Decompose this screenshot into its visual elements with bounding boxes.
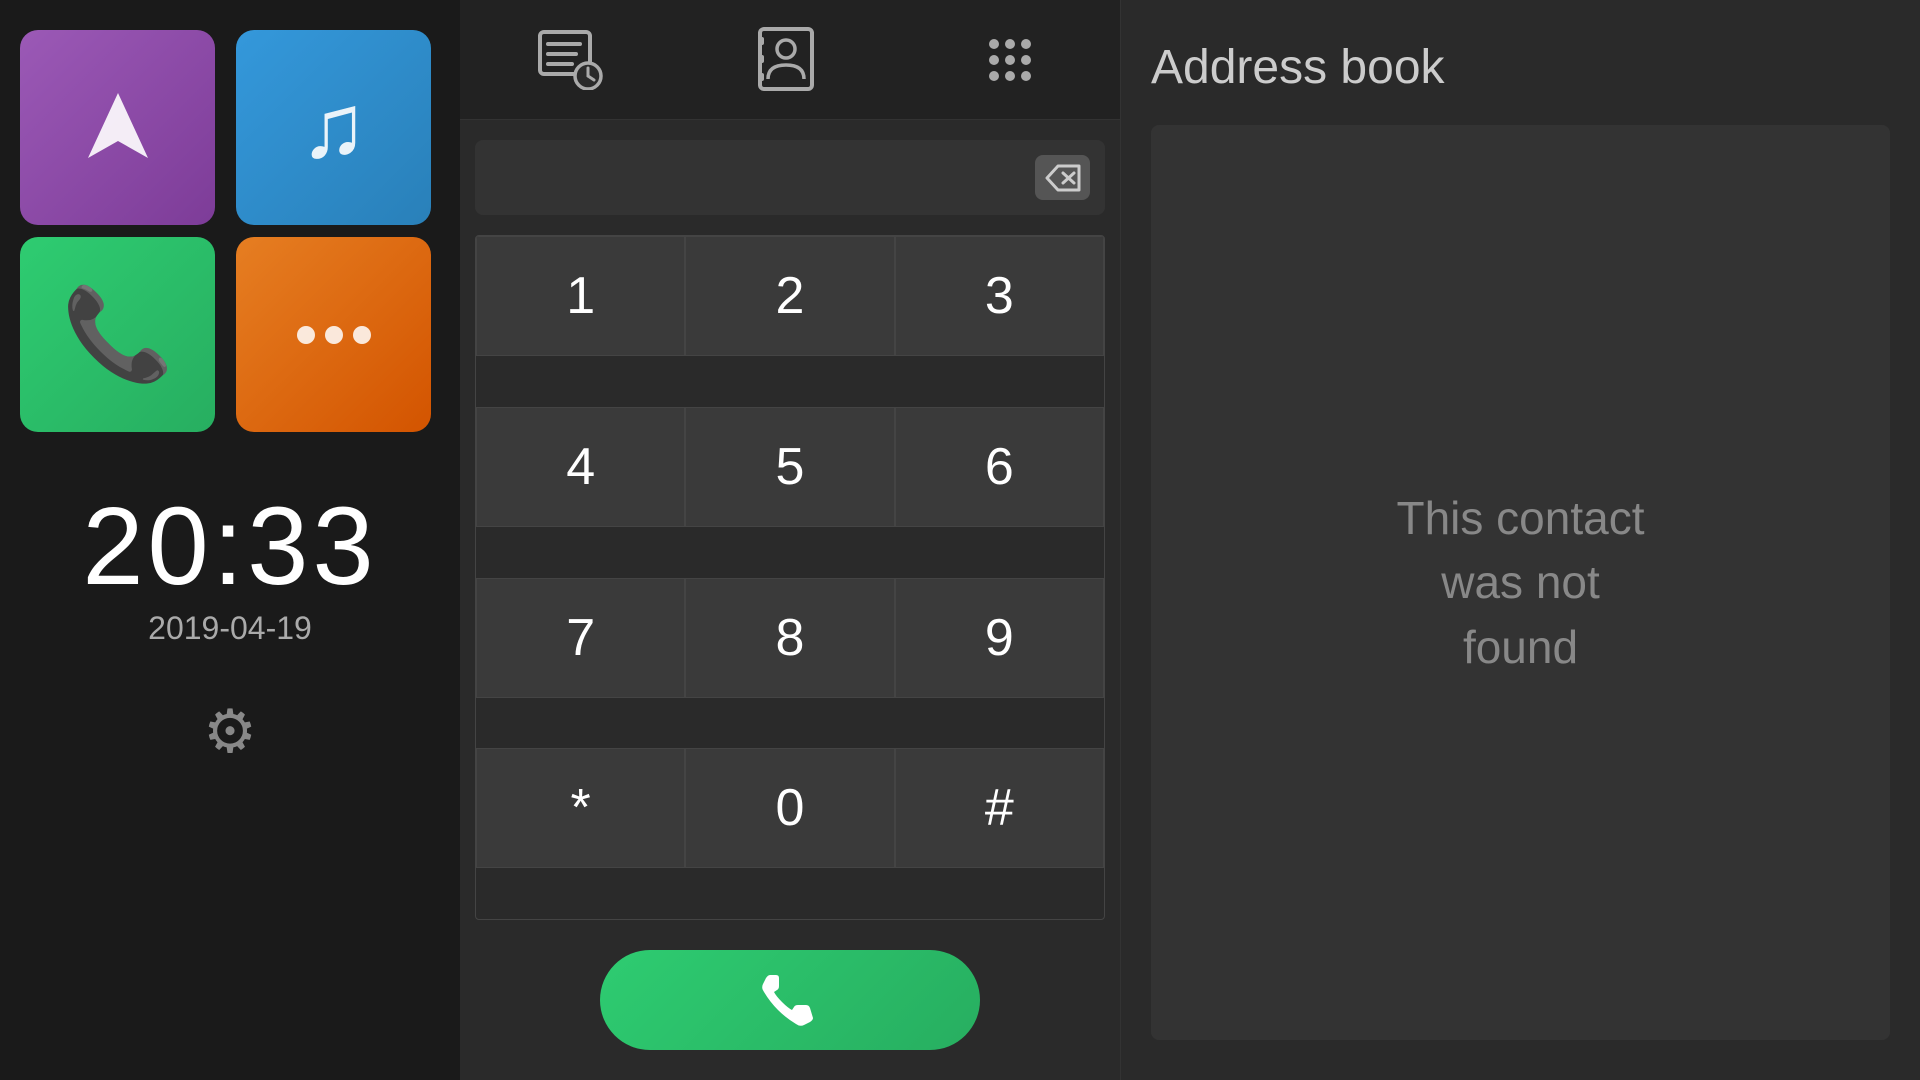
dial-key-5[interactable]: 5 [685,407,894,527]
address-book-content: This contact was not found [1151,125,1890,1040]
dial-key-star[interactable]: * [476,748,685,868]
more-dots-icon [297,326,371,344]
call-button[interactable] [600,950,980,1050]
recent-calls-button[interactable] [530,20,610,100]
phone-input-display [475,140,1105,215]
clock-time: 20:33 [82,492,377,602]
dialpad-icon [989,39,1031,81]
dial-key-4[interactable]: 4 [476,407,685,527]
dialpad-grid: 1 2 3 4 5 6 7 8 9 * 0 # [475,235,1105,920]
clock-date: 2019-04-19 [82,610,377,647]
left-panel: ♫ 📞 20:33 2019-04-19 ⚙ [0,0,460,1080]
dial-key-6[interactable]: 6 [895,407,1104,527]
dial-key-8[interactable]: 8 [685,578,894,698]
dial-key-3[interactable]: 3 [895,236,1104,356]
settings-icon[interactable]: ⚙ [203,697,257,767]
center-panel: 1 2 3 4 5 6 7 8 9 * 0 # [460,0,1120,1080]
dialpad-button[interactable] [970,20,1050,100]
navigation-icon [73,83,163,173]
recent-calls-icon [538,30,603,90]
right-panel: Address book This contact was not found [1120,0,1920,1080]
dial-key-2[interactable]: 2 [685,236,894,356]
app-tile-phone[interactable]: 📞 [20,237,215,432]
contact-not-found-message: This contact was not found [1397,486,1645,679]
contacts-button[interactable] [750,20,830,100]
music-icon: ♫ [300,76,368,179]
app-grid: ♫ 📞 [20,30,440,432]
contacts-icon [758,27,823,92]
call-button-icon [760,970,820,1030]
phone-icon: 📞 [61,282,173,387]
dial-key-0[interactable]: 0 [685,748,894,868]
backspace-button[interactable] [1035,155,1090,200]
call-button-wrapper [460,930,1120,1080]
dial-key-1[interactable]: 1 [476,236,685,356]
dial-key-hash[interactable]: # [895,748,1104,868]
app-tile-navigation[interactable] [20,30,215,225]
app-tile-more[interactable] [236,237,431,432]
top-nav [460,0,1120,120]
app-tile-music[interactable]: ♫ [236,30,431,225]
dial-key-9[interactable]: 9 [895,578,1104,698]
address-book-title: Address book [1151,40,1890,95]
dial-key-7[interactable]: 7 [476,578,685,698]
backspace-icon [1045,164,1081,192]
time-display: 20:33 2019-04-19 [82,492,377,647]
